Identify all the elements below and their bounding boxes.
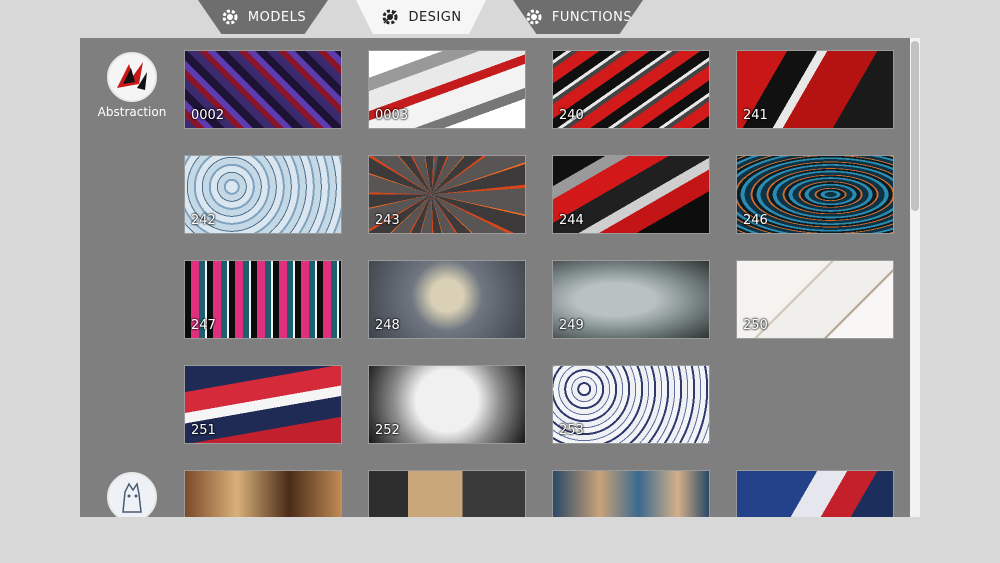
design-number: 240 bbox=[559, 108, 584, 123]
scrollbar-thumb[interactable] bbox=[911, 41, 919, 211]
scrollbar[interactable] bbox=[910, 38, 920, 517]
design-tile[interactable]: 241 bbox=[736, 50, 894, 129]
design-tile[interactable]: 248 bbox=[368, 260, 526, 339]
design-tile[interactable]: 252 bbox=[368, 365, 526, 444]
design-tile[interactable]: 240 bbox=[552, 50, 710, 129]
design-number: 0002 bbox=[191, 108, 225, 123]
design-number: 250 bbox=[743, 318, 768, 333]
design-tile[interactable]: 242 bbox=[184, 155, 342, 234]
design-number: 241 bbox=[743, 108, 768, 123]
design-tile[interactable] bbox=[736, 470, 894, 517]
gear-icon bbox=[220, 7, 240, 27]
tab-models[interactable]: MODELS bbox=[198, 0, 328, 34]
design-tile[interactable]: 0003 bbox=[368, 50, 526, 129]
wolf-thumbnail bbox=[107, 472, 157, 517]
design-tile[interactable]: 243 bbox=[368, 155, 526, 234]
tab-functions[interactable]: FUNCTIONS bbox=[513, 0, 643, 34]
category-wolf[interactable] bbox=[92, 472, 172, 517]
design-number: 243 bbox=[375, 213, 400, 228]
design-tile[interactable]: 247 bbox=[184, 260, 342, 339]
gear-icon bbox=[524, 7, 544, 27]
category-abstraction[interactable]: Abstraction bbox=[92, 52, 172, 119]
design-tile[interactable]: 246 bbox=[736, 155, 894, 234]
design-number: 244 bbox=[559, 213, 584, 228]
design-number: 252 bbox=[375, 423, 400, 438]
design-number: 249 bbox=[559, 318, 584, 333]
design-number: 246 bbox=[743, 213, 768, 228]
design-number: 0003 bbox=[375, 108, 409, 123]
design-tile[interactable] bbox=[552, 470, 710, 517]
tab-design-label: DESIGN bbox=[408, 9, 462, 25]
design-tile[interactable]: 249 bbox=[552, 260, 710, 339]
design-tile[interactable] bbox=[368, 470, 526, 517]
design-tile[interactable]: 253 bbox=[552, 365, 710, 444]
design-gear-icon bbox=[380, 7, 400, 27]
design-number: 251 bbox=[191, 423, 216, 438]
tab-design[interactable]: DESIGN bbox=[356, 0, 486, 34]
category-label: Abstraction bbox=[97, 105, 167, 119]
abstraction-thumbnail bbox=[107, 52, 157, 102]
design-tile[interactable]: 244 bbox=[552, 155, 710, 234]
design-tile[interactable]: 251 bbox=[184, 365, 342, 444]
design-number: 253 bbox=[559, 423, 584, 438]
tab-functions-label: FUNCTIONS bbox=[551, 9, 633, 25]
design-number: 248 bbox=[375, 318, 400, 333]
design-number: 247 bbox=[191, 318, 216, 333]
design-number: 242 bbox=[191, 213, 216, 228]
design-gallery-panel[interactable]: Abstraction 0002 0003 240 241 242 243 24… bbox=[80, 38, 920, 517]
tab-models-label: MODELS bbox=[247, 9, 307, 25]
design-tile[interactable]: 250 bbox=[736, 260, 894, 339]
design-tile[interactable]: 0002 bbox=[184, 50, 342, 129]
design-tile[interactable] bbox=[184, 470, 342, 517]
